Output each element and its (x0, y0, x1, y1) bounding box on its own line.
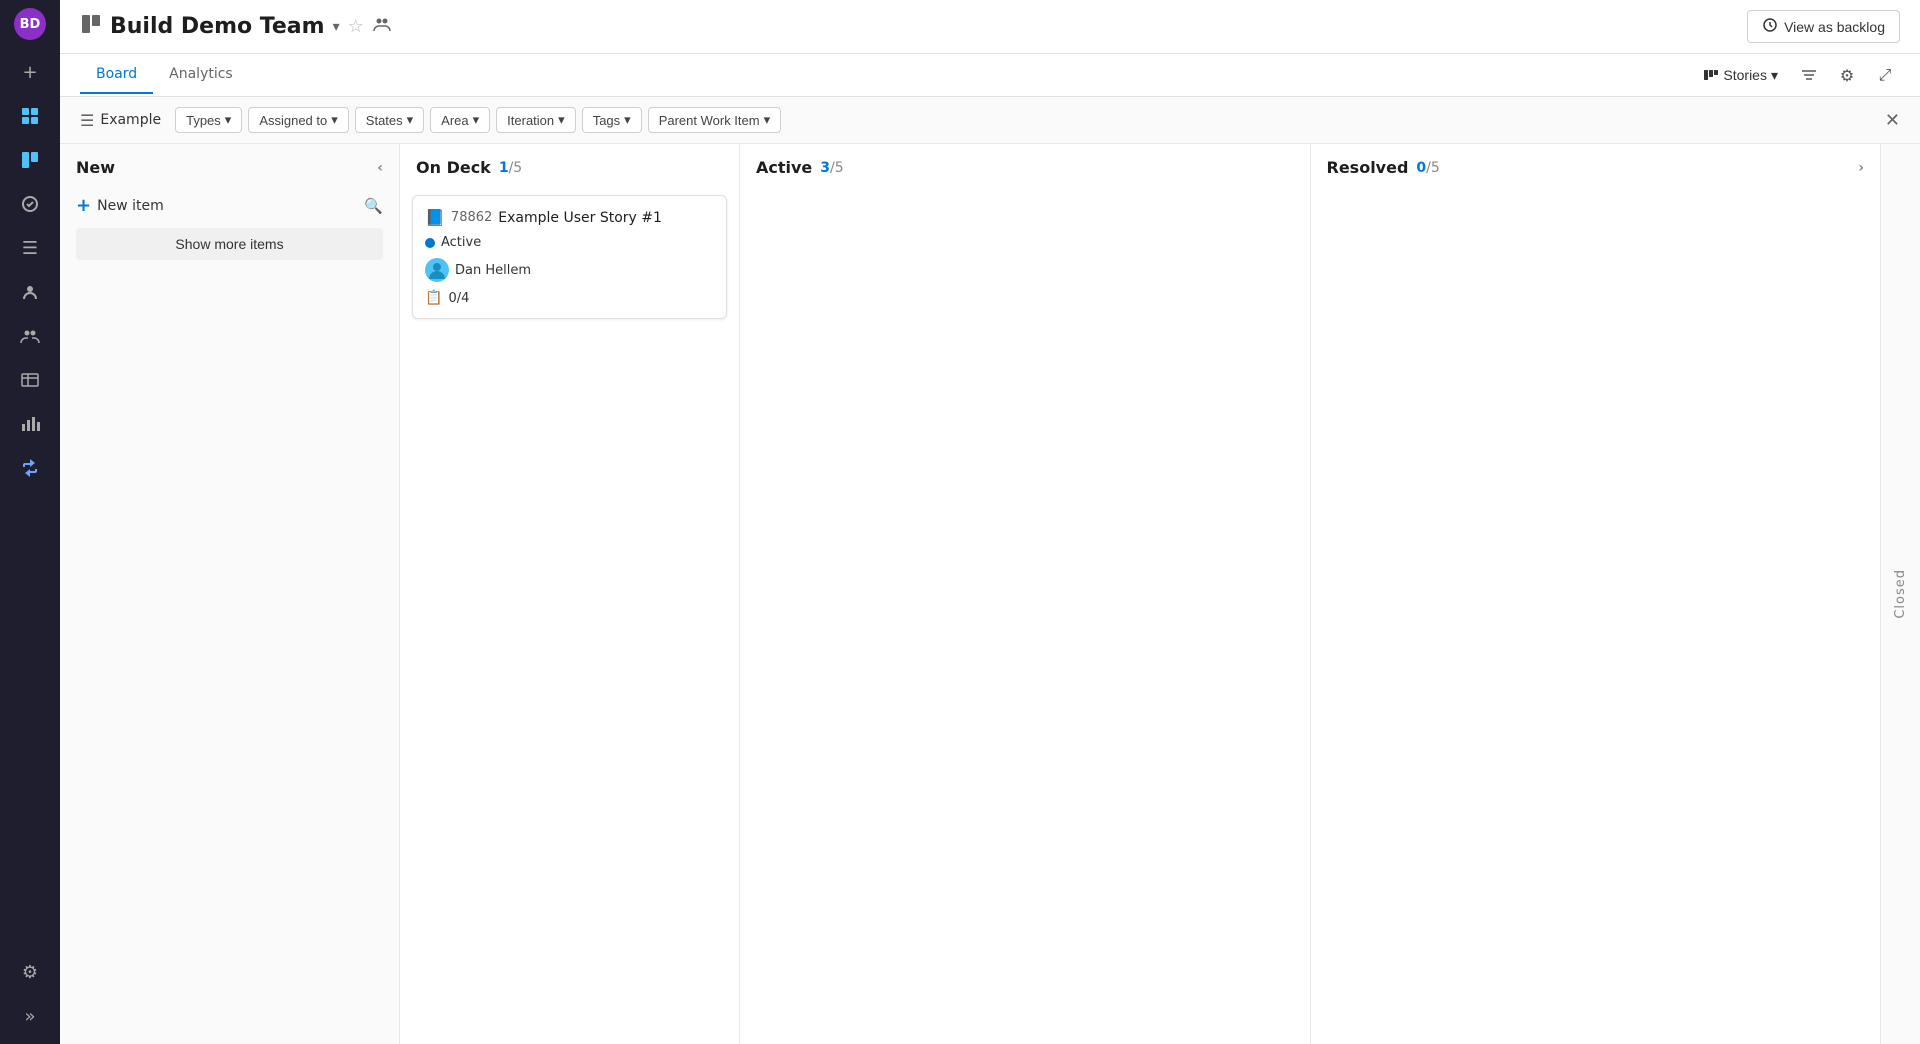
filter-bar-icon: ☰ (80, 111, 94, 130)
card-assignee: Dan Hellem (425, 258, 714, 282)
column-active-header: Active 3/5 (740, 144, 1310, 187)
parent-work-item-label: Parent Work Item (659, 113, 760, 128)
states-label: States (366, 113, 403, 128)
task-icon: 📋 (425, 290, 442, 306)
assignee-name: Dan Hellem (455, 263, 531, 278)
assigned-to-filter-button[interactable]: Assigned to ▾ (248, 107, 348, 133)
card-id: 78862 (451, 210, 492, 225)
column-new-collapse-icon[interactable]: ‹ (377, 160, 383, 176)
column-active-count: 3/5 (820, 160, 843, 176)
status-label: Active (441, 235, 481, 250)
boards-active-icon[interactable] (10, 140, 50, 180)
column-on-deck-count: 1/5 (499, 160, 522, 176)
closed-label: Closed (1893, 569, 1908, 619)
status-dot (425, 238, 435, 248)
card-title: Example User Story #1 (498, 210, 662, 226)
task-count: 0/4 (448, 291, 469, 306)
analytics-icon[interactable] (10, 404, 50, 444)
card-top: 📘 78862 Example User Story #1 (425, 208, 714, 227)
tab-bar: Board Analytics Stories ▾ ⚙ ⤢ (60, 54, 1920, 97)
iteration-label: Iteration (507, 113, 554, 128)
card-status: Active (425, 235, 714, 250)
column-on-deck-title: On Deck (416, 158, 491, 177)
card-78862[interactable]: 📘 78862 Example User Story #1 Active Dan… (412, 195, 727, 319)
filter-close-button[interactable]: ✕ (1885, 110, 1900, 131)
area-chevron: ▾ (473, 112, 480, 128)
view-as-backlog-button[interactable]: View as backlog (1747, 10, 1900, 43)
page-title: Build Demo Team (110, 14, 325, 39)
filter-icon-button[interactable] (1794, 60, 1824, 90)
settings-icon-button[interactable]: ⚙ (1832, 60, 1862, 90)
types-filter-button[interactable]: Types ▾ (175, 107, 242, 133)
avatar[interactable]: BD (14, 8, 46, 40)
column-closed: Closed (1880, 144, 1920, 1044)
view-as-backlog-label: View as backlog (1784, 19, 1885, 35)
person-icon[interactable] (10, 272, 50, 312)
header: Build Demo Team ▾ ☆ View as backlog (60, 0, 1920, 54)
tags-filter-button[interactable]: Tags ▾ (582, 107, 642, 133)
team-icon[interactable] (10, 316, 50, 356)
column-resolved-count: 0/5 (1416, 160, 1439, 176)
column-new: New ‹ + New item 🔍 Show more items (60, 144, 400, 1044)
team-members-icon[interactable] (372, 14, 392, 39)
column-on-deck: On Deck 1/5 📘 78862 Example User Story #… (400, 144, 740, 1044)
column-resolved-header: Resolved 0/5 › (1311, 144, 1881, 187)
table-icon[interactable] (10, 360, 50, 400)
board-header-icon (80, 13, 102, 40)
pipelines-icon[interactable] (10, 448, 50, 488)
home-icon[interactable] (10, 96, 50, 136)
new-item-row[interactable]: + New item 🔍 (60, 187, 399, 224)
favorite-icon[interactable]: ☆ (348, 16, 364, 37)
column-resolved: Resolved 0/5 › (1311, 144, 1881, 1044)
tab-analytics[interactable]: Analytics (153, 56, 249, 94)
list-icon[interactable]: ☰ (10, 228, 50, 268)
tags-chevron: ▾ (624, 112, 631, 128)
tags-label: Tags (593, 113, 620, 128)
states-filter-button[interactable]: States ▾ (355, 107, 424, 133)
stories-chevron-icon: ▾ (1771, 67, 1778, 84)
area-filter-button[interactable]: Area ▾ (430, 107, 490, 133)
expand-icon-button[interactable]: ⤢ (1870, 60, 1900, 90)
stories-dropdown-button[interactable]: Stories ▾ (1695, 63, 1786, 88)
card-type-icon: 📘 (425, 208, 445, 227)
column-resolved-arrow-icon[interactable]: › (1858, 160, 1864, 176)
column-on-deck-header: On Deck 1/5 (400, 144, 739, 187)
new-item-label: New item (97, 198, 164, 214)
column-new-header: New ‹ (60, 144, 399, 187)
column-active-title: Active (756, 158, 812, 177)
tab-controls: Stories ▾ ⚙ ⤢ (1695, 54, 1900, 96)
parent-work-item-chevron: ▾ (764, 112, 771, 128)
assignee-avatar (425, 258, 449, 282)
show-more-items-button[interactable]: Show more items (76, 228, 383, 260)
types-label: Types (186, 113, 221, 128)
iteration-filter-button[interactable]: Iteration ▾ (496, 107, 576, 133)
iteration-chevron: ▾ (558, 112, 565, 128)
plus-icon[interactable]: + (10, 52, 50, 92)
settings-icon[interactable]: ⚙ (10, 952, 50, 992)
backlog-icon (1762, 17, 1778, 36)
collapse-icon[interactable]: » (10, 996, 50, 1036)
title-dropdown-icon[interactable]: ▾ (333, 19, 340, 35)
area-label: Area (441, 113, 468, 128)
assigned-to-chevron: ▾ (331, 112, 338, 128)
states-chevron: ▾ (407, 112, 414, 128)
filter-name-label: Example (100, 112, 161, 128)
filter-bar: ☰ Example Types ▾ Assigned to ▾ States ▾… (60, 97, 1920, 144)
card-tasks: 📋 0/4 (425, 290, 714, 306)
board: New ‹ + New item 🔍 Show more items On De… (60, 144, 1920, 1044)
parent-work-item-filter-button[interactable]: Parent Work Item ▾ (648, 107, 781, 133)
column-resolved-title: Resolved (1327, 158, 1409, 177)
column-active: Active 3/5 (740, 144, 1311, 1044)
stories-label: Stories (1723, 67, 1767, 83)
new-item-plus-icon: + (76, 195, 91, 216)
main-content: Build Demo Team ▾ ☆ View as backlog Boar… (60, 0, 1920, 1044)
types-chevron: ▾ (225, 112, 232, 128)
sprint-icon[interactable] (10, 184, 50, 224)
search-icon[interactable]: 🔍 (364, 197, 383, 215)
assigned-to-label: Assigned to (259, 113, 327, 128)
column-new-title: New (76, 158, 115, 177)
tab-board[interactable]: Board (80, 56, 153, 94)
sidebar: BD + ☰ ⚙ » (0, 0, 60, 1044)
